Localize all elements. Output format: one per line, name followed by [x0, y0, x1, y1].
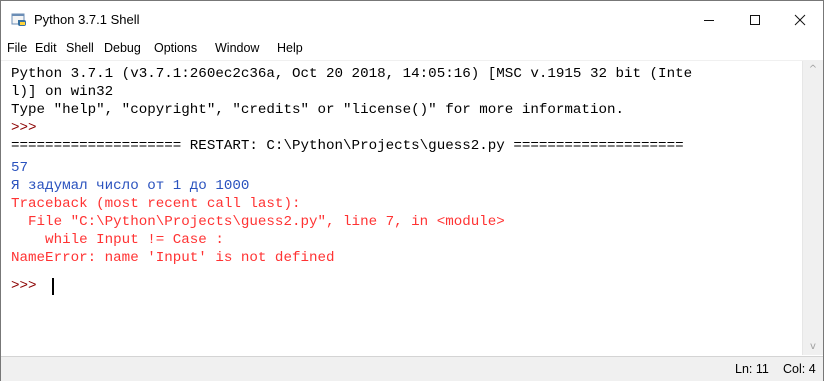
shell-output-message: Я задумал число от 1 до 1000: [11, 178, 250, 194]
vertical-scrollbar[interactable]: ^ v: [802, 61, 823, 355]
scroll-up-arrow-icon[interactable]: ^: [803, 61, 823, 78]
minimize-button[interactable]: [686, 1, 732, 38]
menu-edit[interactable]: Edit: [35, 41, 57, 55]
shell-error-file: File "C:\Python\Projects\guess2.py", lin…: [11, 214, 505, 230]
shell-error-traceback: Traceback (most recent call last):: [11, 196, 301, 212]
shell-prompt-active: >>>: [11, 278, 46, 294]
menu-file[interactable]: File: [7, 41, 27, 55]
menu-debug[interactable]: Debug: [104, 41, 141, 55]
scroll-down-arrow-icon[interactable]: v: [803, 338, 823, 355]
minimize-icon: [704, 19, 714, 21]
shell-text-area[interactable]: Python 3.7.1 (v3.7.1:260ec2c36a, Oct 20 …: [3, 63, 801, 355]
close-button[interactable]: [777, 1, 823, 38]
menu-help[interactable]: Help: [277, 41, 303, 55]
status-line-number: Ln: 11: [735, 362, 769, 376]
maximize-button[interactable]: [732, 1, 778, 38]
menu-window[interactable]: Window: [215, 41, 259, 55]
close-icon: [794, 14, 806, 25]
shell-line-platform: l)] on win32: [11, 84, 114, 100]
text-cursor: [52, 278, 54, 295]
shell-line-banner: Python 3.7.1 (v3.7.1:260ec2c36a, Oct 20 …: [11, 66, 693, 82]
menu-shell[interactable]: Shell: [66, 41, 94, 55]
shell-prompt: >>>: [11, 120, 46, 136]
idle-shell-window: Python 3.7.1 Shell File Edit Shell Debug…: [0, 0, 824, 381]
shell-line-help: Type "help", "copyright", "credits" or "…: [11, 102, 624, 118]
shell-error-code: while Input != Case :: [11, 232, 224, 248]
menu-bar: File Edit Shell Debug Options Window Hel…: [1, 38, 823, 61]
shell-error-message: NameError: name 'Input' is not defined: [11, 250, 335, 266]
shell-line-restart: ==================== RESTART: C:\Python\…: [11, 138, 684, 154]
window-title: Python 3.7.1 Shell: [34, 12, 140, 27]
status-bar: Ln: 11 Col: 4: [1, 356, 823, 381]
shell-output-number: 57: [11, 160, 29, 176]
menu-options[interactable]: Options: [154, 41, 197, 55]
python-idle-icon: [11, 12, 27, 28]
maximize-icon: [750, 14, 760, 25]
title-bar[interactable]: Python 3.7.1 Shell: [1, 1, 823, 38]
status-column-number: Col: 4: [783, 362, 816, 376]
